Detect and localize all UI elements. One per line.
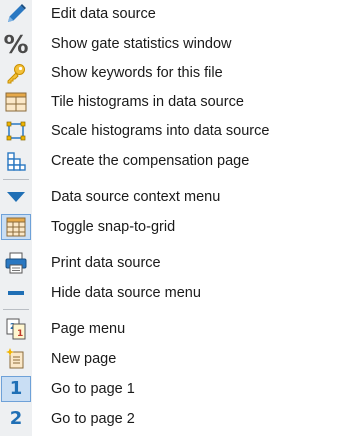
menu-item-label: Data source context menu [51, 189, 221, 205]
menu-item-label: Tile histograms in data source [51, 94, 244, 110]
scale-icon [1, 118, 31, 144]
menu-item-label: Edit data source [51, 6, 156, 22]
menu-item-scale-histograms[interactable]: Scale histograms into data source [0, 118, 339, 144]
menu-item-label: New page [51, 351, 117, 367]
triangle-down-icon [1, 184, 31, 210]
menu-item-print-data-source[interactable]: Print data source [0, 250, 339, 276]
compensation-icon [1, 148, 31, 174]
grid-icon [1, 214, 31, 240]
menu-item-label: Print data source [51, 255, 161, 271]
menu-item-create-compensation-page[interactable]: Create the compensation page [0, 148, 339, 174]
minus-icon [1, 280, 31, 306]
menu-item-label: Go to page 2 [51, 411, 135, 427]
menu-item-label: Page menu [51, 321, 126, 337]
printer-icon [1, 250, 31, 276]
menu-item-toggle-snap-to-grid[interactable]: Toggle snap-to-grid [0, 214, 339, 240]
pages-icon: 2 1 [1, 316, 31, 342]
menu-item-show-gate-statistics[interactable]: % Show gate statistics window [0, 31, 339, 57]
menu-item-label: Scale histograms into data source [51, 123, 270, 139]
new-page-icon [1, 346, 31, 372]
menu-item-show-keywords[interactable]: Show keywords for this file [0, 60, 339, 86]
pencil-icon [1, 1, 31, 27]
menu-item-tile-histograms[interactable]: Tile histograms in data source [0, 89, 339, 115]
menu-item-label: Toggle snap-to-grid [51, 219, 176, 235]
menu-item-go-to-page-2[interactable]: 2 Go to page 2 [0, 406, 339, 432]
page-1-icon: 1 [1, 376, 31, 402]
menu-item-page-menu[interactable]: 2 1 Page menu [0, 316, 339, 342]
menu-item-go-to-page-1[interactable]: 1 Go to page 1 [0, 376, 339, 402]
menu-item-label: Create the compensation page [51, 153, 250, 169]
svg-text:1: 1 [17, 329, 23, 339]
key-icon [1, 60, 31, 86]
page-2-icon: 2 [9, 408, 23, 429]
percent-icon: % [3, 29, 29, 59]
tile-icon [1, 89, 31, 115]
menu-item-edit-data-source[interactable]: Edit data source [0, 1, 339, 27]
menu-separator [3, 309, 29, 310]
menu-item-label: Show gate statistics window [51, 36, 232, 52]
menu-item-new-page[interactable]: New page [0, 346, 339, 372]
menu-item-label: Show keywords for this file [51, 65, 223, 81]
menu-item-label: Go to page 1 [51, 381, 135, 397]
menu-item-data-source-context-menu[interactable]: Data source context menu [0, 184, 339, 210]
menu-separator [3, 179, 29, 180]
menu-item-label: Hide data source menu [51, 285, 201, 301]
menu-item-hide-data-source-menu[interactable]: Hide data source menu [0, 280, 339, 306]
